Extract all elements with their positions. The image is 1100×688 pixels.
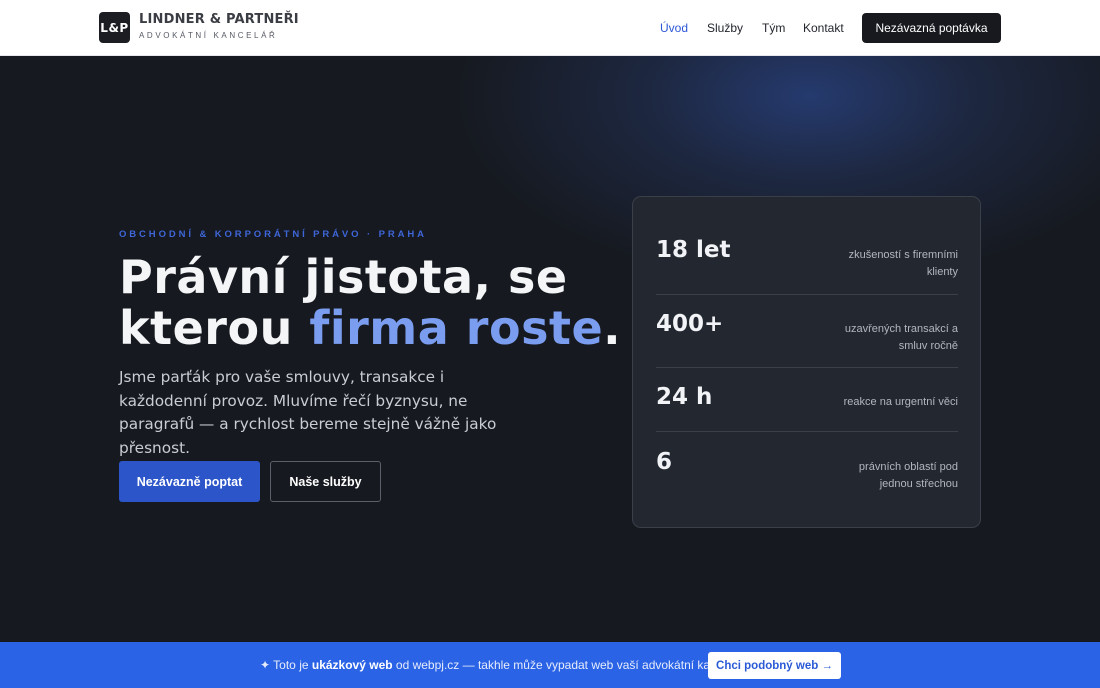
stat-label: právních oblastí pod jednou střechou bbox=[858, 461, 958, 490]
stat-divider bbox=[656, 367, 958, 368]
logo-icon[interactable]: L&P bbox=[99, 12, 130, 43]
hero-lead: Jsme parťák pro vaše smlouvy, transakce … bbox=[119, 368, 497, 457]
banner-bold: ukázkový web bbox=[311, 658, 393, 672]
stat-divider bbox=[656, 431, 958, 432]
stat-value: 24 h bbox=[656, 384, 713, 410]
banner-suffix: od webpj.cz — takhle může vypadat web va… bbox=[392, 658, 753, 672]
nav-link-uvod[interactable]: Úvod bbox=[660, 21, 688, 35]
stat-label: uzavřených transakcí a smluv ročně bbox=[844, 323, 958, 352]
header-cta-button[interactable]: Nezávazná poptávka bbox=[862, 13, 1001, 43]
stat-value: 400+ bbox=[656, 311, 724, 337]
stat-label: reakce na urgentní věci bbox=[843, 396, 958, 408]
banner-cta-button[interactable]: Chci podobný web → bbox=[708, 652, 841, 679]
request-quote-button[interactable]: Nezávazně poptat bbox=[119, 461, 260, 502]
headline-end: . bbox=[603, 301, 622, 355]
stat-value: 6 bbox=[656, 449, 673, 475]
headline-line-2-start: kterou bbox=[119, 301, 310, 355]
headline-accent: firma roste bbox=[309, 301, 604, 355]
nav-link-tym[interactable]: Tým bbox=[762, 21, 785, 35]
banner-text: ✦ Toto je ukázkový web od webpj.cz — tak… bbox=[260, 658, 753, 672]
stat-label: zkušeností s firemními klienty bbox=[848, 249, 958, 278]
headline-line-1: Právní jistota, se bbox=[119, 250, 568, 304]
hero-eyebrow: OBCHODNÍ & KORPORÁTNÍ PRÁVO · PRAHA bbox=[119, 229, 427, 240]
stat-value: 18 let bbox=[656, 237, 731, 263]
nav-link-sluzby[interactable]: Služby bbox=[707, 21, 743, 35]
stats-card: 18 let zkušeností s firemními klienty 40… bbox=[632, 196, 981, 528]
stat-divider bbox=[656, 294, 958, 295]
nav-link-kontakt[interactable]: Kontakt bbox=[803, 21, 844, 35]
our-services-button[interactable]: Naše služby bbox=[270, 461, 381, 502]
site-header: L&P LINDNER & PARTNEŘI ADVOKÁTNÍ KANCELÁ… bbox=[0, 0, 1100, 56]
hero-headline: Právní jistota, se kterou firma roste. bbox=[119, 252, 621, 354]
logo-subtitle: ADVOKÁTNÍ KANCELÁŘ bbox=[139, 31, 278, 40]
hero-section: OBCHODNÍ & KORPORÁTNÍ PRÁVO · PRAHA Práv… bbox=[0, 56, 1100, 642]
banner-prefix: ✦ Toto je bbox=[260, 658, 312, 672]
demo-banner: ✦ Toto je ukázkový web od webpj.cz — tak… bbox=[0, 642, 1100, 688]
logo-name[interactable]: LINDNER & PARTNEŘI bbox=[139, 12, 299, 27]
